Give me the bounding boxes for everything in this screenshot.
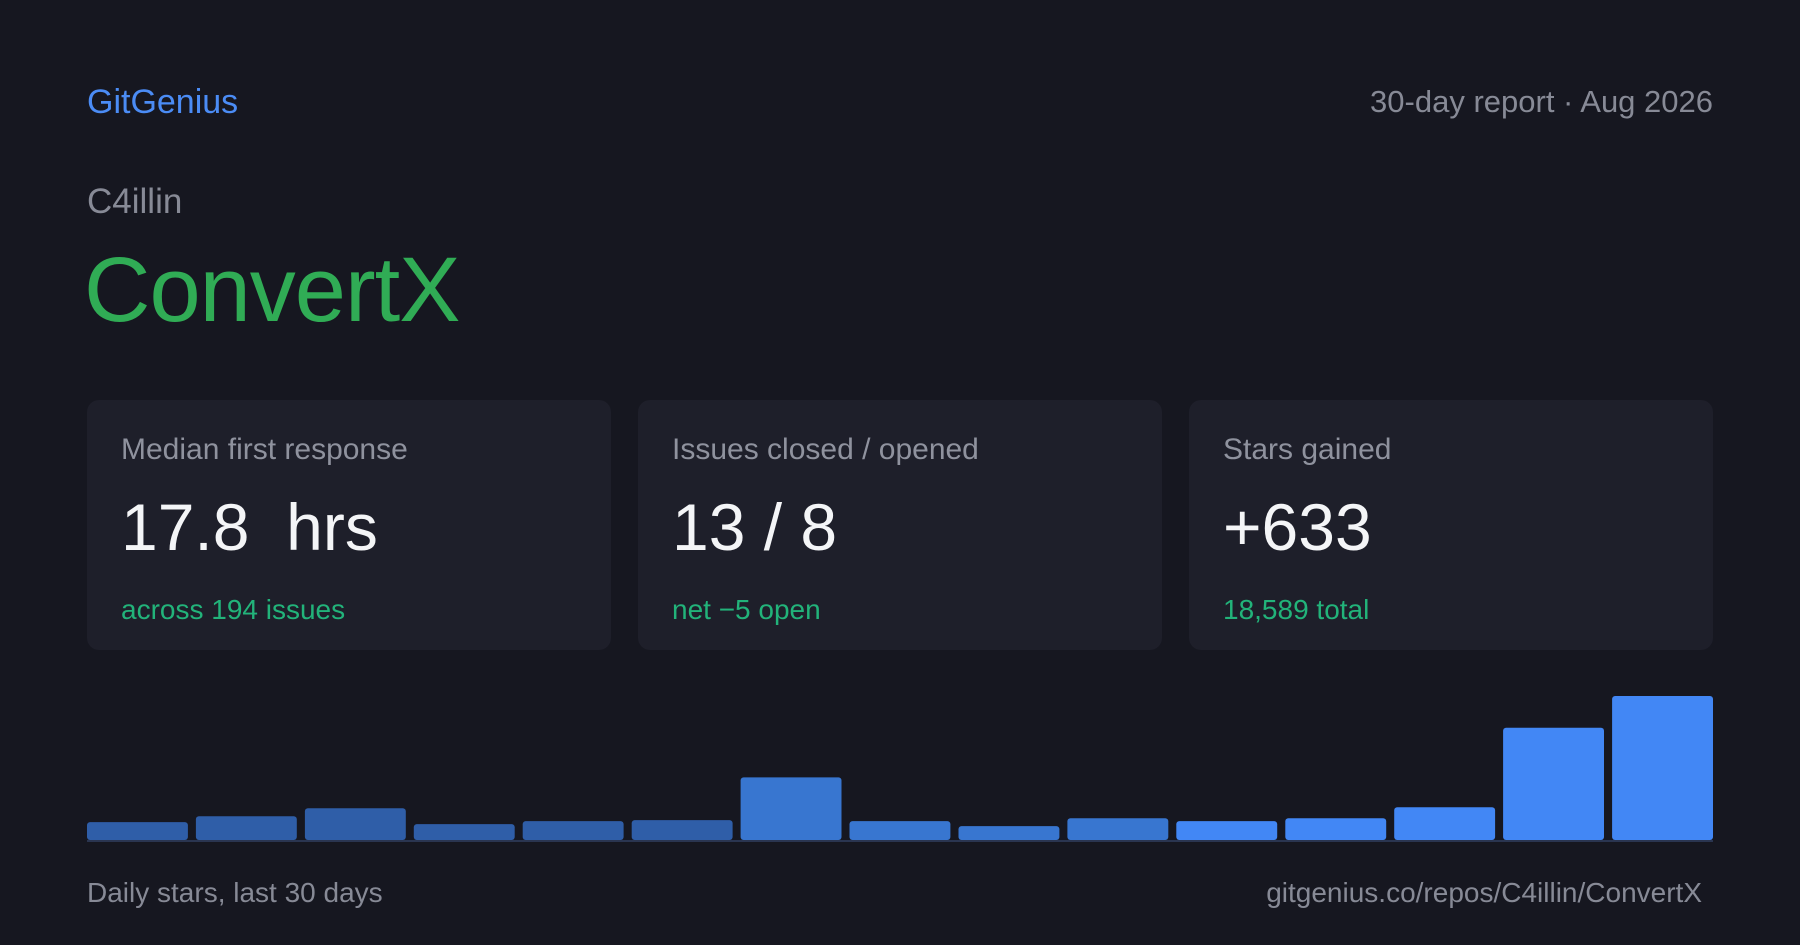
stat-label: Median first response	[121, 433, 408, 466]
chart-bar-4	[413, 824, 515, 840]
chart-baseline	[87, 840, 1713, 842]
repo-owner[interactable]: C4illin	[87, 180, 182, 224]
report-period: 30-day report · Aug 2026	[1370, 84, 1713, 119]
chart-bar-9	[958, 826, 1060, 840]
chart-bar-3	[304, 808, 406, 840]
repo-name[interactable]: ConvertX	[84, 240, 460, 340]
brand-logo-text[interactable]: GitGenius	[87, 80, 238, 124]
stat-value: +633	[1223, 490, 1372, 564]
stat-subtext: across 194 issues	[121, 594, 346, 625]
report-card: GitGenius 30-day report · Aug 2026 C4ill…	[0, 0, 1800, 945]
stat-subtext: 18,589 total	[1223, 594, 1370, 625]
stat-card-stars: Stars gained +633 18,589 total	[1189, 400, 1713, 650]
daily-stars-chart	[87, 690, 1713, 842]
chart-bar-1	[87, 822, 188, 840]
chart-bar-15	[1612, 696, 1713, 840]
chart-bar-2	[195, 816, 297, 840]
chart-bar-11	[1176, 821, 1278, 840]
daily-stars-bars	[87, 696, 1713, 842]
chart-bar-5	[522, 821, 624, 840]
chart-bar-13	[1394, 807, 1496, 840]
repo-url-link[interactable]: gitgenius.co/repos/C4illin/ConvertX	[1266, 873, 1702, 913]
chart-bar-6	[631, 820, 733, 840]
chart-caption: Daily stars, last 30 days	[87, 877, 383, 908]
stat-card-issues: Issues closed / opened 13 / 8 net −5 ope…	[638, 400, 1162, 650]
chart-bar-10	[1067, 818, 1169, 840]
stat-card-response: Median first response 17.8 hrs across 19…	[87, 400, 611, 650]
chart-bar-8	[849, 821, 951, 840]
stat-subtext: net −5 open	[672, 594, 821, 625]
stat-value: 13 / 8	[672, 490, 838, 564]
chart-bar-14	[1503, 727, 1604, 840]
stats-cards: Median first response 17.8 hrs across 19…	[87, 400, 1713, 650]
stat-label: Issues closed / opened	[672, 433, 979, 466]
chart-bar-7	[740, 777, 842, 840]
chart-bar-12	[1285, 818, 1387, 840]
stat-label: Stars gained	[1223, 433, 1392, 466]
stat-value: 17.8 hrs	[121, 490, 378, 564]
